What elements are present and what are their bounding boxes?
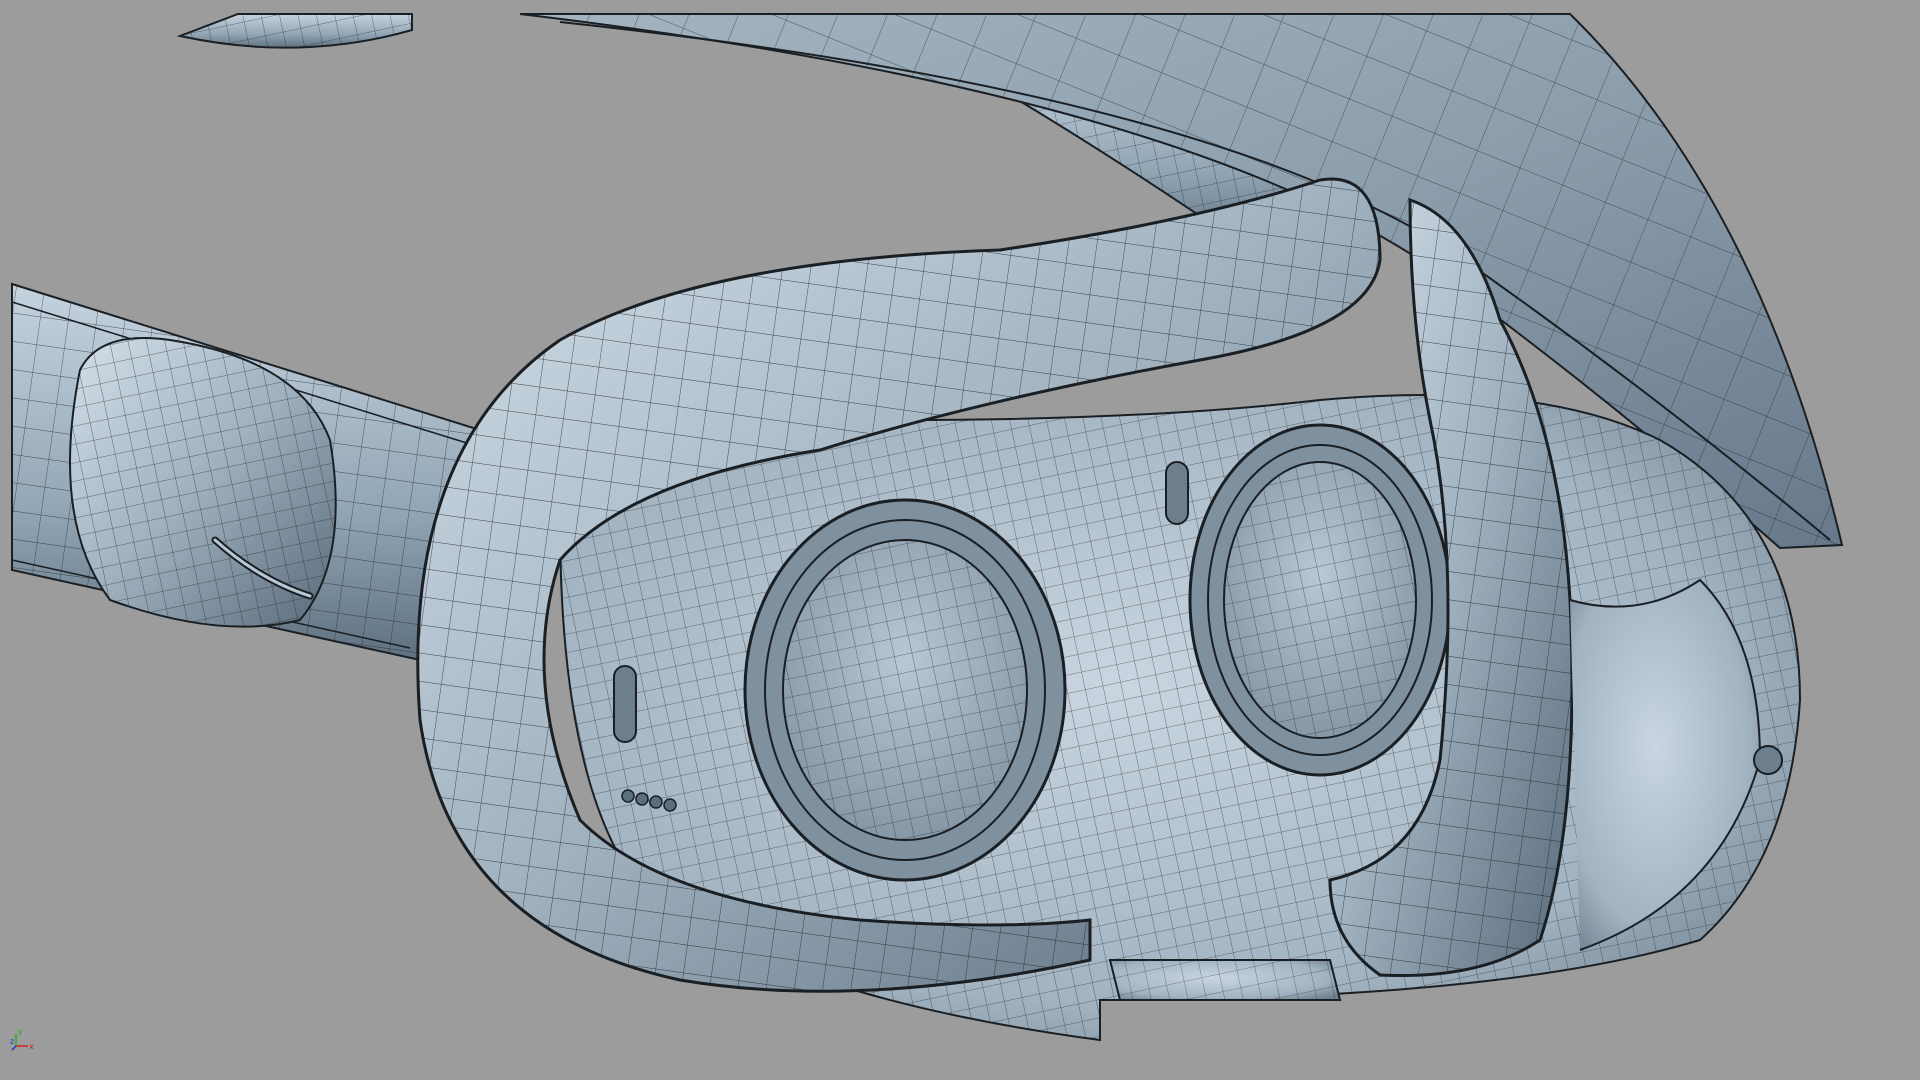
chin-piece <box>1108 959 1342 1001</box>
axis-x-label: x <box>29 1042 34 1051</box>
axis-y-label: y <box>18 1027 23 1036</box>
axis-gizmo-icon: x y z <box>10 1027 34 1051</box>
model-render[interactable] <box>0 0 1920 1080</box>
lens-right <box>1188 423 1452 777</box>
axis-z-label: z <box>10 1037 14 1046</box>
lens-left <box>743 498 1067 882</box>
3d-viewport[interactable]: x y z <box>0 0 1920 1080</box>
axis-z-line <box>11 1045 17 1051</box>
fragment-top-left <box>176 13 413 49</box>
